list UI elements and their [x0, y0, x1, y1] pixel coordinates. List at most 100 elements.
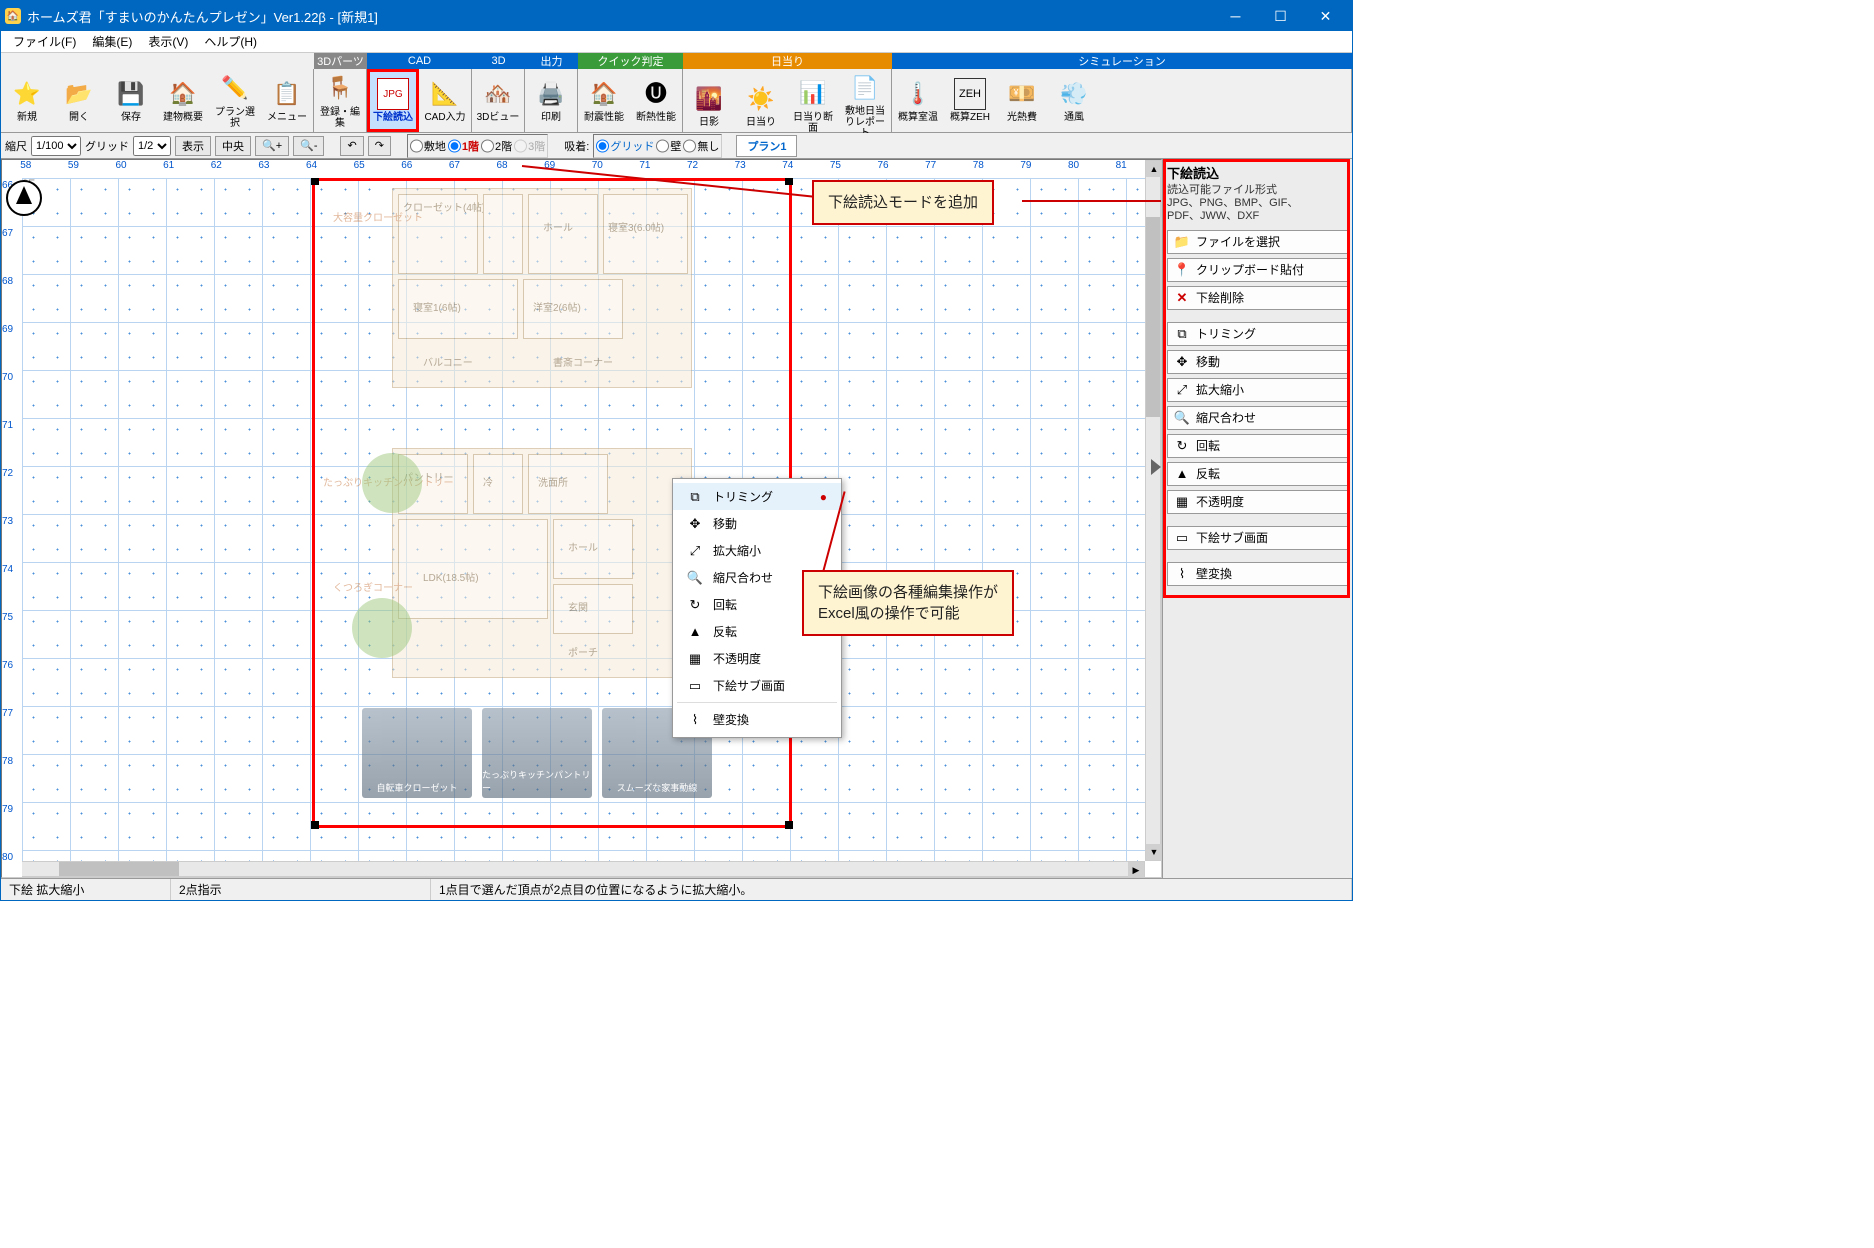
menu-button[interactable]: 📋メニュー — [261, 69, 313, 132]
print-label: 印刷 — [541, 112, 561, 123]
new-button[interactable]: ⭐新規 — [1, 69, 53, 132]
main-toolbar: ⭐新規 📂開く 💾保存 🏠建物概要 ✏️プラン選択 📋メニュー 3Dパーツ 🪑登… — [1, 53, 1352, 133]
rp-del-button[interactable]: 下絵削除 — [1167, 286, 1348, 310]
tree-icon — [362, 453, 422, 513]
roomtemp-button[interactable]: 🌡️概算室温 — [892, 69, 944, 132]
ctx-trim[interactable]: トリミング● — [673, 483, 841, 510]
ctx-move[interactable]: 移動 — [673, 510, 841, 537]
roomtemp-label: 概算室温 — [898, 112, 938, 123]
section-icon: 📊 — [797, 78, 829, 110]
sunlight-label: 日当り — [746, 117, 776, 128]
minimize-button[interactable]: ─ — [1213, 2, 1258, 31]
fit-icon — [1174, 410, 1190, 426]
group-cad: CAD — [367, 53, 472, 69]
baseimg-button[interactable]: JPG下絵読込 — [367, 69, 419, 132]
status-hint1: 2点指示 — [171, 879, 431, 900]
snap-wall[interactable]: 壁 — [656, 136, 681, 156]
plan-button[interactable]: ✏️プラン選択 — [209, 69, 261, 132]
menubar: ファイル(F) 編集(E) 表示(V) ヘルプ(H) — [1, 31, 1352, 53]
callout-line-1b — [1022, 200, 1162, 202]
seismic-icon: 🏠 — [588, 78, 620, 110]
menu-edit[interactable]: 編集(E) — [84, 31, 140, 52]
rp-rotate-button[interactable]: 回転 — [1167, 434, 1348, 458]
ctx-sub[interactable]: 下絵サブ画面 — [673, 672, 841, 699]
rp-wall-button[interactable]: 壁変換 — [1167, 562, 1348, 586]
snap-none[interactable]: 無し — [683, 136, 719, 156]
zeh-button[interactable]: ZEH概算ZEH — [944, 69, 996, 132]
lightcost-button[interactable]: 💴光熱費 — [996, 69, 1048, 132]
ctx-scale[interactable]: 拡大縮小 — [673, 537, 841, 564]
floor-2[interactable]: 2階 — [481, 136, 512, 156]
close-button[interactable]: ✕ — [1303, 2, 1348, 31]
printer-icon: 🖨️ — [535, 78, 567, 110]
menu-view[interactable]: 表示(V) — [140, 31, 196, 52]
zoomout-button[interactable]: 🔍- — [293, 136, 324, 156]
group-3dparts: 3Dパーツ — [314, 53, 367, 69]
rp-trim-button[interactable]: トリミング — [1167, 322, 1348, 346]
cost-icon: 💴 — [1006, 78, 1038, 110]
ventilation-button[interactable]: 💨通風 — [1048, 69, 1100, 132]
app-icon: 🏠 — [5, 8, 21, 24]
app-window: 🏠 ホームズ君「すまいのかんたんプレゼン」Ver1.22β - [新規1] ─ … — [0, 0, 1353, 901]
center-button[interactable]: 中央 — [215, 136, 251, 156]
print-button[interactable]: 🖨️ 印刷 — [525, 69, 577, 132]
rp-flip-button[interactable]: 反転 — [1167, 462, 1348, 486]
thermal-icon: 🅤 — [640, 78, 672, 110]
menu-file[interactable]: ファイル(F) — [5, 31, 84, 52]
rp-sub-button[interactable]: 下絵サブ画面 — [1167, 526, 1348, 550]
report-icon: 📄 — [849, 72, 881, 104]
save-button[interactable]: 💾保存 — [105, 69, 157, 132]
ctx-wall[interactable]: 壁変換 — [673, 706, 841, 733]
flip-icon — [687, 624, 703, 639]
building-button[interactable]: 🏠建物概要 — [157, 69, 209, 132]
scroll-right-button[interactable]: ▶ — [1128, 862, 1144, 878]
rp-clip-button[interactable]: クリップボード貼付 — [1167, 258, 1348, 282]
rp-move-button[interactable]: 移動 — [1167, 350, 1348, 374]
floor-site[interactable]: 敷地 — [410, 136, 446, 156]
scale-label: 縮尺 — [5, 138, 27, 154]
ctx-opacity[interactable]: 不透明度 — [673, 645, 841, 672]
thermal-button[interactable]: 🅤断熱性能 — [630, 69, 682, 132]
grid-select[interactable]: 1/2 — [133, 136, 171, 156]
sunsection-button[interactable]: 📊日当り断面 — [787, 69, 839, 142]
view3d-button[interactable]: 🏘️3Dビュー — [472, 69, 524, 132]
status-hint2: 1点目で選んだ頂点が2点目の位置になるように拡大縮小。 — [431, 879, 1352, 900]
sunlight-button[interactable]: ☀️日当り — [735, 69, 787, 142]
ventilation-label: 通風 — [1064, 112, 1084, 123]
zoomin-button[interactable]: 🔍+ — [255, 136, 289, 156]
redo-button[interactable]: ↷ — [368, 136, 391, 156]
cadinput-button[interactable]: 📐CAD入力 — [419, 69, 471, 132]
shadow-button[interactable]: 🌇日影 — [683, 69, 735, 142]
scale-select[interactable]: 1/100 — [31, 136, 81, 156]
rp-scale-button[interactable]: 拡大縮小 — [1167, 378, 1348, 402]
register-button[interactable]: 🪑登録・編集 — [314, 69, 366, 132]
drawing-grid[interactable]: クローゼット(4帖) ホール 寝室3(6.0帖) 寝室1(6帖) 洋室2(6帖)… — [22, 178, 1145, 861]
rp-file-button[interactable]: ファイルを選択 — [1167, 230, 1348, 254]
seismic-button[interactable]: 🏠耐震性能 — [578, 69, 630, 132]
scroll-up-button[interactable]: ▲ — [1146, 161, 1162, 177]
panel-collapse-icon[interactable] — [1151, 459, 1161, 475]
move-icon — [1174, 354, 1190, 370]
display-button[interactable]: 表示 — [175, 136, 211, 156]
floor-3[interactable]: 3階 — [514, 136, 545, 156]
hscroll-thumb[interactable] — [59, 862, 179, 876]
scroll-down-button[interactable]: ▼ — [1146, 844, 1162, 860]
callout-mode: 下絵読込モードを追加 — [812, 180, 994, 225]
hscrollbar[interactable]: ◀ ▶ — [2, 861, 1145, 877]
rp-opacity-button[interactable]: 不透明度 — [1167, 490, 1348, 514]
vscrollbar[interactable]: ▲ ▼ — [1145, 160, 1161, 861]
sunreport-button[interactable]: 📄敷地日当りレポート — [839, 69, 891, 142]
undo-button[interactable]: ↶ — [340, 136, 363, 156]
menu-help[interactable]: ヘルプ(H) — [196, 31, 265, 52]
zeh-icon: ZEH — [954, 78, 986, 110]
scale-icon — [687, 543, 703, 559]
rp-fit-button[interactable]: 縮尺合わせ — [1167, 406, 1348, 430]
vscroll-thumb[interactable] — [1146, 217, 1160, 417]
floor-1[interactable]: 1階 — [448, 136, 479, 156]
open-button[interactable]: 📂開く — [53, 69, 105, 132]
plan-tab[interactable]: プラン1 — [736, 135, 797, 157]
maximize-button[interactable]: ☐ — [1258, 2, 1303, 31]
window-title: ホームズ君「すまいのかんたんプレゼン」Ver1.22β - [新規1] — [27, 7, 1213, 26]
snap-grid[interactable]: グリッド — [596, 136, 654, 156]
baseimg-label: 下絵読込 — [373, 112, 413, 123]
